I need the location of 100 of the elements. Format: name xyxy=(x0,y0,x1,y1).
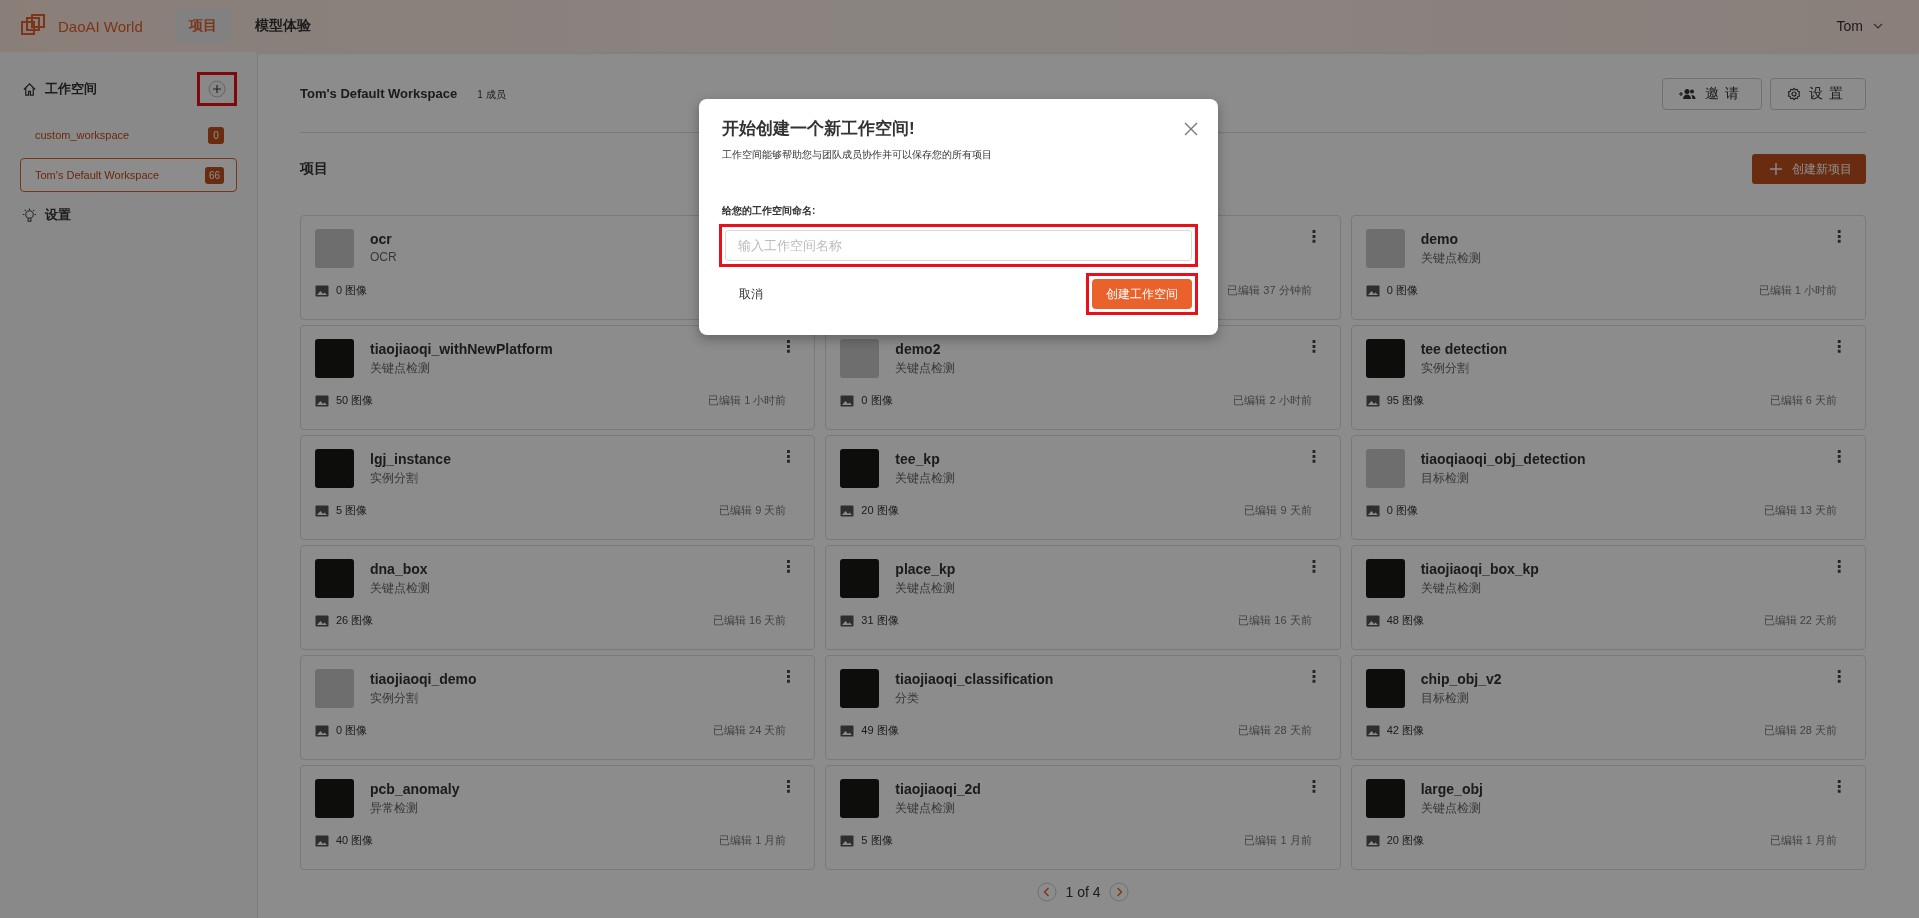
create-project-button[interactable]: 创建新项目 xyxy=(1752,154,1866,184)
user-menu[interactable]: Tom xyxy=(1836,18,1895,34)
project-type: 关键点检测 xyxy=(895,360,956,377)
edited-time: 已编辑 28 天前 xyxy=(1238,723,1312,738)
image-count: 5 图像 xyxy=(336,503,368,518)
project-type: 关键点检测 xyxy=(370,360,430,377)
image-count: 0 图像 xyxy=(336,283,368,298)
project-type: 目标检测 xyxy=(1420,470,1469,487)
image-count: 0 图像 xyxy=(336,723,368,738)
project-card[interactable]: tee detection 实例分割 ⋮ 95 图像 已编辑 6 天前 xyxy=(1350,325,1866,430)
edited-time: 已编辑 22 天前 xyxy=(1763,613,1837,628)
more-menu[interactable]: ⋮ xyxy=(776,559,801,575)
more-menu[interactable]: ⋮ xyxy=(1301,229,1326,245)
cancel-button[interactable]: 取消 xyxy=(719,277,783,311)
member-count: 1 成员 xyxy=(477,88,506,102)
add-icon[interactable] xyxy=(208,80,226,98)
input-field[interactable]: 输入工作空间名称 xyxy=(725,230,1192,261)
project-type: 关键点检测 xyxy=(1420,580,1481,597)
more-menu[interactable]: ⋮ xyxy=(1301,559,1326,575)
image-count: 20 图像 xyxy=(1386,833,1424,848)
invite-button[interactable]: 邀请 xyxy=(1662,78,1762,110)
project-name: lgj_instance xyxy=(370,451,451,467)
image-count: 40 图像 xyxy=(336,833,374,848)
plus-icon xyxy=(1770,163,1782,175)
project-name: tiaojiaoqi_classification xyxy=(895,671,1054,687)
project-card[interactable]: tiaojiaoqi_classification 分类 ⋮ 49 图像 已编辑 28 天前 xyxy=(825,655,1341,760)
project-card[interactable]: tiaojiaoqi_2d 关键点检测 ⋮ 5 图像 已编辑 1 月前 xyxy=(825,765,1341,870)
project-name: demo2 xyxy=(895,341,941,357)
more-menu[interactable]: ⋮ xyxy=(776,449,801,465)
settings-button[interactable]: 设置 xyxy=(1770,78,1866,110)
project-card[interactable]: demo 关键点检测 ⋮ 0 图像 已编辑 1 小时前 xyxy=(1350,215,1866,320)
project-card[interactable]: place_kp 关键点检测 ⋮ 31 图像 已编辑 16 天前 xyxy=(825,545,1341,650)
project-card[interactable]: pcb_anomaly 异常检测 ⋮ 40 图像 已编辑 1 月前 xyxy=(300,765,816,870)
edited-time: 已编辑 1 小时前 xyxy=(1758,283,1837,298)
dialog-subtitle: 工作空间能够帮助您与团队成员协作并可以保存您的所有项目 xyxy=(721,148,993,162)
project-card[interactable]: tiaojiaoqi_box_kp 关键点检测 ⋮ 48 图像 已编辑 22 天前 xyxy=(1350,545,1866,650)
next-page-icon[interactable] xyxy=(1108,882,1129,902)
project-type: 关键点检测 xyxy=(1420,250,1481,267)
edited-time: 已编辑 24 天前 xyxy=(712,723,787,738)
more-menu[interactable]: ⋮ xyxy=(1301,669,1326,685)
create-workspace-button[interactable]: 创建工作空间 xyxy=(1092,279,1192,309)
image-count: 42 图像 xyxy=(1386,723,1424,738)
image-icon xyxy=(315,504,329,517)
more-menu[interactable]: ⋮ xyxy=(1301,339,1326,355)
project-type: 实例分割 xyxy=(370,690,418,707)
workspace-item[interactable]: custom_workspace 0 xyxy=(20,118,237,152)
project-type: 分类 xyxy=(895,690,920,707)
project-card[interactable]: demo2 关键点检测 ⋮ 0 图像 已编辑 2 小时前 xyxy=(825,325,1341,430)
project-card[interactable]: large_obj 关键点检测 ⋮ 20 图像 已编辑 1 月前 xyxy=(1350,765,1866,870)
more-menu[interactable]: ⋮ xyxy=(776,339,801,355)
edited-time: 已编辑 2 小时前 xyxy=(1233,393,1312,408)
count-badge: 0 xyxy=(208,126,224,144)
more-menu[interactable]: ⋮ xyxy=(1827,559,1851,575)
logo-icon xyxy=(20,14,46,38)
project-card[interactable]: tiaoqiaoqi_obj_detection 目标检测 ⋮ 0 图像 已编辑 13 天前 xyxy=(1350,435,1866,540)
edited-time: 已编辑 37 分钟前 xyxy=(1227,283,1312,298)
more-menu[interactable]: ⋮ xyxy=(776,669,801,685)
settings-link[interactable]: 设置 xyxy=(45,206,71,224)
project-name: demo xyxy=(1420,231,1458,247)
image-count: 0 图像 xyxy=(1386,283,1418,298)
project-name: tee detection xyxy=(1420,341,1507,357)
more-menu[interactable]: ⋮ xyxy=(1827,669,1851,685)
edited-time: 已编辑 6 天前 xyxy=(1769,393,1837,408)
edited-time: 已编辑 9 天前 xyxy=(719,503,787,518)
project-type: 目标检测 xyxy=(1420,690,1469,707)
project-card[interactable]: tee_kp 关键点检测 ⋮ 20 图像 已编辑 9 天前 xyxy=(825,435,1341,540)
field-label: 给您的工作空间命名: xyxy=(721,204,817,218)
workspace-item[interactable]: Tom's Default Workspace 66 xyxy=(20,158,237,192)
project-card[interactable]: tiaojiaoqi_demo 实例分割 ⋮ 0 图像 已编辑 24 天前 xyxy=(300,655,816,760)
more-menu[interactable]: ⋮ xyxy=(1827,779,1851,795)
more-menu[interactable]: ⋮ xyxy=(1827,449,1851,465)
project-card[interactable]: lgj_instance 实例分割 ⋮ 5 图像 已编辑 9 天前 xyxy=(300,435,816,540)
project-type: 实例分割 xyxy=(370,470,418,487)
count-badge: 66 xyxy=(204,166,224,184)
image-count: 20 图像 xyxy=(861,503,899,518)
image-count: 48 图像 xyxy=(1386,613,1424,628)
project-card[interactable]: chip_obj_v2 目标检测 ⋮ 42 图像 已编辑 28 天前 xyxy=(1350,655,1866,760)
more-menu[interactable]: ⋮ xyxy=(1827,339,1851,355)
project-type: 关键点检测 xyxy=(1420,800,1481,817)
more-menu[interactable]: ⋮ xyxy=(1301,779,1326,795)
more-menu[interactable]: ⋮ xyxy=(1827,229,1851,245)
project-name: tee_kp xyxy=(895,451,940,467)
more-menu[interactable]: ⋮ xyxy=(1301,449,1326,465)
image-icon xyxy=(1365,394,1380,407)
edited-time: 已编辑 1 月前 xyxy=(719,833,787,848)
project-type: 关键点检测 xyxy=(895,580,956,597)
project-card[interactable]: tiaojiaoqi_withNewPlatform 关键点检测 ⋮ 50 图像 已编辑 1 小时前 xyxy=(300,325,816,430)
project-card[interactable]: dna_box 关键点检测 ⋮ 26 图像 已编辑 16 天前 xyxy=(300,545,816,650)
image-icon xyxy=(840,394,855,407)
project-type: OCR xyxy=(370,250,397,264)
add-user-icon xyxy=(1679,88,1697,100)
more-menu[interactable]: ⋮ xyxy=(776,779,801,795)
edited-time: 已编辑 28 天前 xyxy=(1763,723,1837,738)
project-name: dna_box xyxy=(370,561,428,577)
image-icon xyxy=(1365,834,1380,847)
nav-tab[interactable]: 模型体验 xyxy=(240,9,325,43)
previous-page-icon[interactable] xyxy=(1037,882,1058,902)
close-icon[interactable] xyxy=(1184,121,1198,136)
project-type: 异常检测 xyxy=(370,800,418,817)
project-name: tiaojiaoqi_withNewPlatform xyxy=(370,341,553,357)
